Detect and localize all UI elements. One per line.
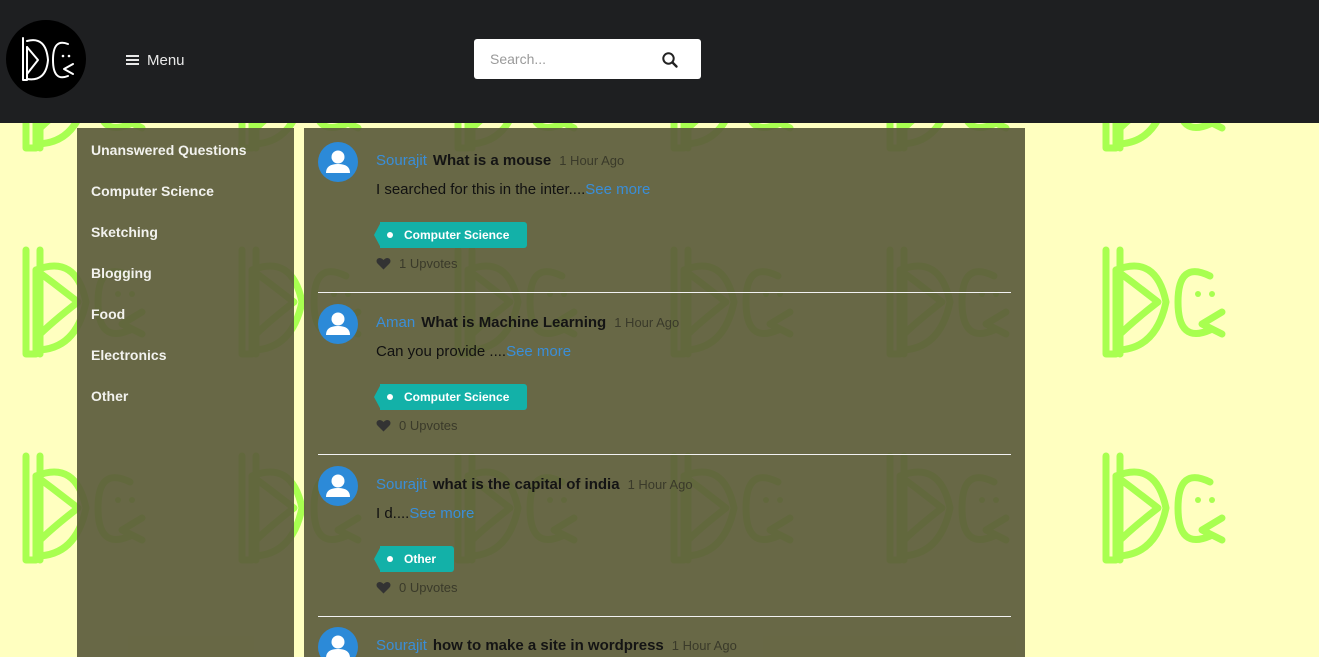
post-tag[interactable]: Computer Science [373, 384, 528, 410]
see-more-link[interactable]: See more [506, 343, 571, 360]
tag-dot-icon [387, 232, 393, 238]
sidebar-item-other[interactable]: Other [91, 387, 294, 428]
post-author[interactable]: Sourajit [376, 476, 427, 493]
see-more-link[interactable]: See more [409, 505, 474, 522]
tag-dot-icon [387, 394, 393, 400]
sidebar-item-unanswered-questions[interactable]: Unanswered Questions [91, 141, 294, 182]
heart-icon[interactable] [376, 257, 391, 270]
see-more-link[interactable]: See more [585, 181, 650, 198]
hamburger-icon [126, 53, 139, 67]
dc-logo-icon[interactable] [6, 20, 86, 98]
post-tag[interactable]: Other [373, 546, 455, 572]
heart-icon[interactable] [376, 581, 391, 594]
heart-icon[interactable] [376, 419, 391, 432]
tag-label: Other [404, 552, 437, 566]
post-time: 1 Hour Ago [627, 477, 693, 492]
category-sidebar: Unanswered Questions Computer Science Sk… [77, 128, 294, 657]
post-time: 1 Hour Ago [614, 315, 680, 330]
top-navbar: Menu [0, 0, 1319, 123]
post-tag[interactable]: Computer Science [373, 222, 528, 248]
post-title[interactable]: how to make a site in wordpress [433, 637, 664, 654]
post-time: 1 Hour Ago [559, 153, 625, 168]
post-title[interactable]: What is a mouse [433, 152, 551, 169]
post-title[interactable]: what is the capital of india [433, 476, 620, 493]
search-icon[interactable] [661, 51, 679, 69]
tag-label: Computer Science [404, 390, 510, 404]
user-icon [318, 304, 358, 344]
post-author[interactable]: Aman [376, 314, 415, 331]
tag-label: Computer Science [404, 228, 510, 242]
post-title[interactable]: What is Machine Learning [421, 314, 606, 331]
sidebar-item-blogging[interactable]: Blogging [91, 264, 294, 305]
sidebar-item-electronics[interactable]: Electronics [91, 346, 294, 387]
upvote-count: 1 Upvotes [399, 256, 458, 271]
user-icon [318, 466, 358, 506]
upvote-count: 0 Upvotes [399, 418, 458, 433]
tag-dot-icon [387, 556, 393, 562]
user-icon [318, 627, 358, 657]
post-divider [318, 616, 1011, 617]
post-excerpt: I d.... [376, 505, 410, 522]
search-box [474, 39, 701, 79]
sidebar-item-computer-science[interactable]: Computer Science [91, 182, 294, 223]
post-author[interactable]: Sourajit [376, 637, 427, 654]
search-input[interactable] [474, 39, 670, 79]
menu-button[interactable]: Menu [126, 49, 185, 71]
user-icon [318, 142, 358, 182]
post-excerpt: I searched for this in the inter.... [376, 181, 586, 198]
post-author[interactable]: Sourajit [376, 152, 427, 169]
sidebar-item-sketching[interactable]: Sketching [91, 223, 294, 264]
post-divider [318, 454, 1011, 455]
post-excerpt: Can you provide .... [376, 343, 507, 360]
upvote-count: 0 Upvotes [399, 580, 458, 595]
sidebar-item-food[interactable]: Food [91, 305, 294, 346]
post-time: 1 Hour Ago [671, 638, 737, 653]
post-divider [318, 292, 1011, 293]
menu-label: Menu [147, 51, 185, 69]
question-feed: Sourajit What is a mouse 1 Hour Ago I sear… [304, 128, 1025, 657]
